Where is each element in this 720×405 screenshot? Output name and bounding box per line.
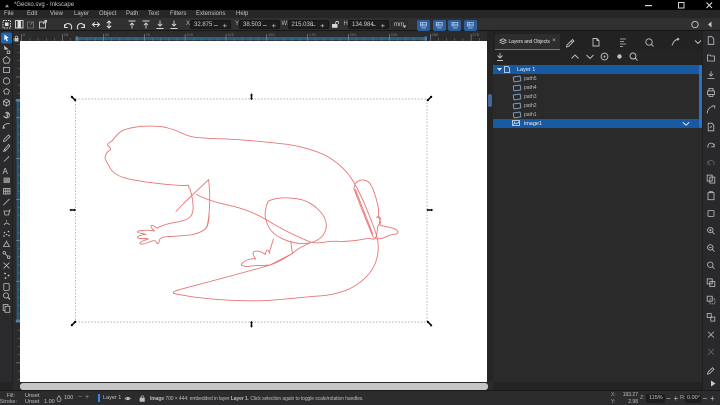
svg-text:150: 150 xyxy=(268,32,275,37)
svg-text:100: 100 xyxy=(186,32,193,37)
svg-text:250: 250 xyxy=(432,32,439,37)
svg-text:50: 50 xyxy=(105,32,110,37)
svg-text:225: 225 xyxy=(391,32,398,37)
svg-text:75: 75 xyxy=(146,32,151,37)
svg-text:200: 200 xyxy=(350,32,357,37)
svg-text:25: 25 xyxy=(64,32,69,37)
svg-text:0: 0 xyxy=(23,32,26,37)
svg-text:175: 175 xyxy=(309,32,316,37)
svg-text:A: A xyxy=(3,167,9,176)
svg-text:275: 275 xyxy=(472,32,479,37)
svg-text:125: 125 xyxy=(227,32,234,37)
